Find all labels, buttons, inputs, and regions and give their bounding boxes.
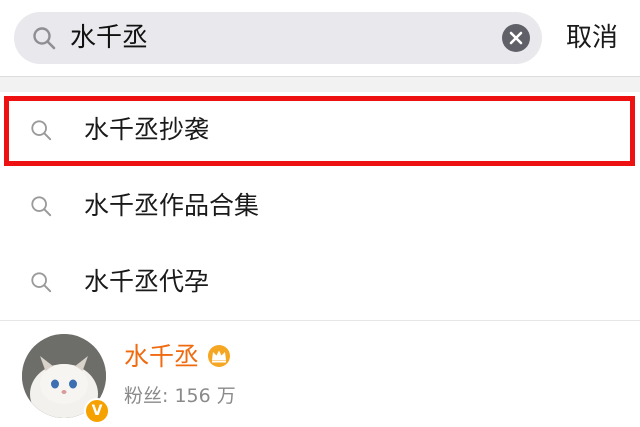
suggestion-item[interactable]: 水千丞作品合集 (0, 168, 640, 245)
cancel-button[interactable]: 取消 (566, 0, 640, 76)
search-icon (30, 119, 52, 141)
search-bar: 取消 (0, 0, 640, 76)
search-input[interactable] (70, 12, 490, 64)
suggestion-label: 水千丞代孕 (84, 267, 210, 296)
suggestion-item[interactable]: 水千丞抄袭 (0, 92, 640, 169)
divider (0, 76, 640, 93)
suggestion-label: 水千丞抄袭 (84, 115, 210, 144)
crown-icon (206, 344, 232, 368)
followers-count: 粉丝: 156 万 (124, 385, 236, 407)
search-icon (30, 195, 52, 217)
user-card[interactable]: V 水千丞 粉丝: 156 万 (0, 322, 640, 427)
user-name[interactable]: 水千丞 (124, 340, 199, 374)
verified-icon: V (84, 398, 110, 424)
suggestion-label: 水千丞作品合集 (84, 191, 260, 220)
search-box[interactable] (14, 12, 542, 64)
suggestion-item[interactable]: 水千丞代孕 (0, 244, 640, 321)
search-icon (32, 26, 56, 50)
search-icon (30, 271, 52, 293)
clear-icon[interactable] (502, 24, 530, 52)
